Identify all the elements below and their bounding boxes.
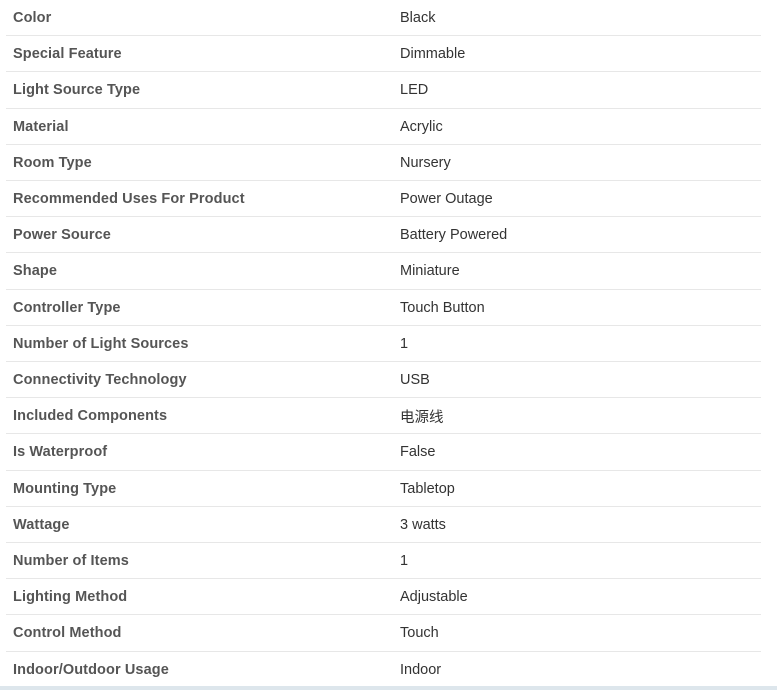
spec-row-indoor-outdoor-usage: Indoor/Outdoor Usage Indoor <box>0 652 777 688</box>
spec-value: LED <box>400 82 429 99</box>
spec-label: Indoor/Outdoor Usage <box>13 661 169 678</box>
spec-row-control-method: Control Method Touch <box>0 615 777 652</box>
spec-label: Mounting Type <box>13 480 117 497</box>
spec-label: Number of Items <box>13 553 129 570</box>
spec-label: Light Source Type <box>13 82 141 99</box>
product-specs-table: Color Black Special Feature Dimmable Lig… <box>0 0 777 690</box>
spec-label: Special Feature <box>13 46 122 63</box>
spec-row-number-of-items: Number of Items 1 <box>0 543 777 580</box>
spec-value: Black <box>400 10 436 27</box>
spec-row-included-components: Included Components 电源线 <box>0 398 777 435</box>
spec-label: Material <box>13 118 69 135</box>
spec-value: Adjustable <box>400 589 468 606</box>
spec-label: Recommended Uses For Product <box>13 191 245 208</box>
spec-label: Included Components <box>13 408 168 425</box>
bottom-divider-strip <box>0 686 777 690</box>
spec-value: 1 <box>400 553 409 570</box>
spec-value: Acrylic <box>400 118 443 135</box>
spec-value: Miniature <box>400 263 460 280</box>
spec-row-room-type: Room Type Nursery <box>0 145 777 182</box>
spec-row-light-source-type: Light Source Type LED <box>0 72 777 109</box>
spec-value: Power Outage <box>400 191 493 208</box>
spec-value: Dimmable <box>400 46 466 63</box>
spec-row-mounting-type: Mounting Type Tabletop <box>0 471 777 507</box>
spec-row-special-feature: Special Feature Dimmable <box>0 36 777 73</box>
spec-value: Indoor <box>400 661 442 678</box>
spec-label: Room Type <box>13 154 92 171</box>
spec-label: Control Method <box>13 625 122 642</box>
spec-value: Nursery <box>400 154 451 171</box>
spec-row-connectivity-technology: Connectivity Technology USB <box>0 362 777 399</box>
spec-row-power-source: Power Source Battery Powered <box>0 217 777 254</box>
spec-label: Color <box>13 10 52 27</box>
spec-value: Battery Powered <box>400 227 508 244</box>
spec-label: Connectivity Technology <box>13 372 187 389</box>
spec-row-wattage: Wattage 3 watts <box>0 507 777 544</box>
spec-value: 电源线 <box>400 409 444 426</box>
spec-label: Is Waterproof <box>13 444 108 461</box>
spec-value: Tabletop <box>400 480 455 497</box>
spec-label: Number of Light Sources <box>13 335 189 352</box>
spec-row-is-waterproof: Is Waterproof False <box>0 434 777 471</box>
spec-label: Controller Type <box>13 299 121 316</box>
spec-row-lighting-method: Lighting Method Adjustable <box>0 579 777 616</box>
spec-value: 3 watts <box>400 516 446 533</box>
spec-row-material: Material Acrylic <box>0 109 777 145</box>
spec-row-number-of-light-sources: Number of Light Sources 1 <box>0 326 777 363</box>
spec-row-controller-type: Controller Type Touch Button <box>0 290 777 326</box>
spec-value: 1 <box>400 335 409 352</box>
spec-label: Shape <box>13 263 58 280</box>
spec-value: Touch Button <box>400 299 485 316</box>
spec-row-shape: Shape Miniature <box>0 253 777 290</box>
spec-label: Lighting Method <box>13 589 128 606</box>
spec-value: False <box>400 444 436 461</box>
spec-label: Power Source <box>13 227 111 244</box>
spec-label: Wattage <box>13 516 70 533</box>
spec-row-recommended-uses: Recommended Uses For Product Power Outag… <box>0 181 777 218</box>
spec-value: USB <box>400 372 430 389</box>
spec-value: Touch <box>400 625 439 642</box>
spec-row-color: Color Black <box>0 0 777 37</box>
